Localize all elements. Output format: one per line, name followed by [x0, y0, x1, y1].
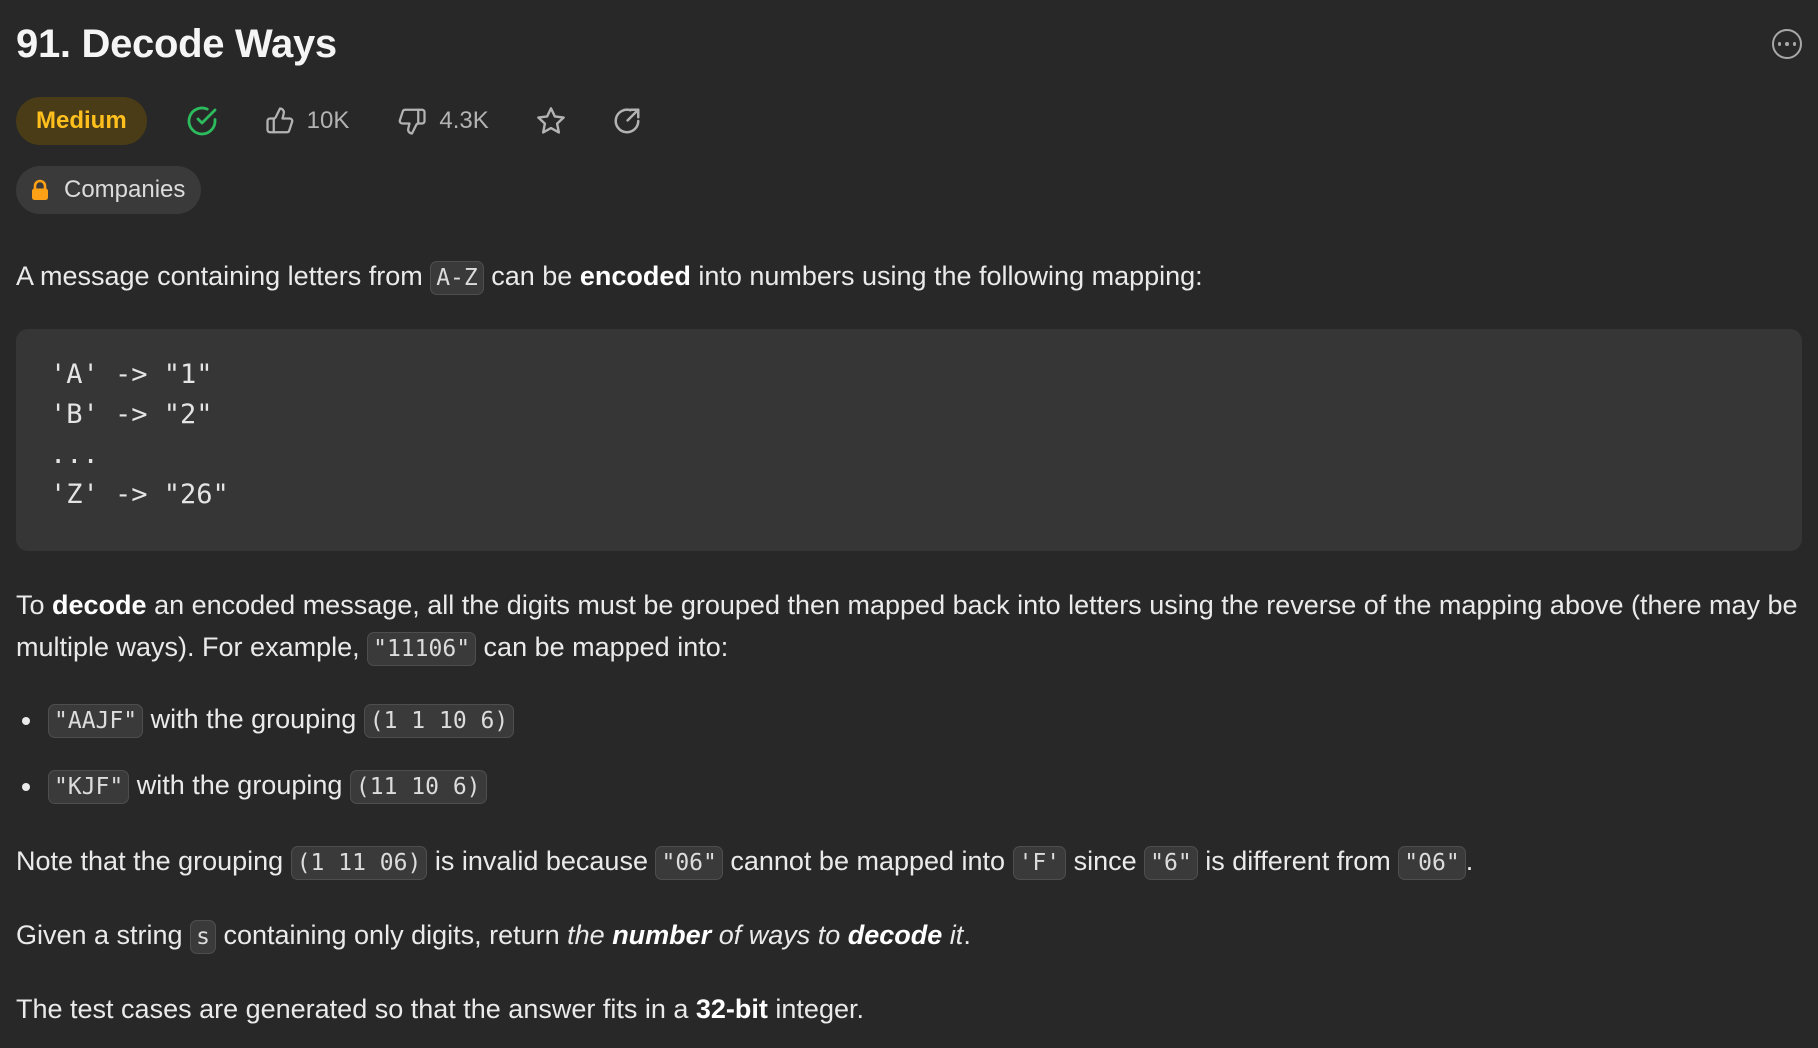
code-line: 'A' -> "1" — [50, 359, 213, 390]
code-line: ... — [50, 439, 99, 470]
lock-icon — [32, 179, 48, 200]
list-item: "KJF" with the grouping (11 10 6) — [16, 764, 514, 830]
inline-code: "11106" — [367, 632, 477, 666]
description-intro: A message containing letters from A-Z ca… — [16, 255, 1203, 299]
inline-code: A-Z — [430, 261, 484, 295]
problem-title[interactable]: 91. Decode Ways — [16, 22, 337, 67]
solved-check-icon — [185, 104, 219, 138]
inline-code: (1 1 10 6) — [363, 704, 515, 738]
inline-code: "AAJF" — [48, 704, 144, 738]
like-count: 10K — [306, 107, 350, 134]
description-note: Note that the grouping (1 11 06) is inva… — [16, 840, 1473, 884]
favorite-star-icon[interactable] — [535, 105, 567, 137]
inline-code: (11 10 6) — [349, 770, 487, 804]
examples-list: "AAJF" with the grouping (1 1 10 6) "KJF… — [16, 698, 515, 830]
thumbs-up-icon — [266, 107, 294, 134]
description-constraint: The test cases are generated so that the… — [16, 994, 864, 1024]
description-decode-paragraph: To decode an encoded message, all the di… — [16, 584, 1802, 670]
difficulty-badge: Medium — [16, 97, 147, 145]
code-line: 'Z' -> "26" — [50, 479, 229, 510]
title-row: 91. Decode Ways — [16, 0, 1802, 96]
companies-tag[interactable]: Companies — [16, 166, 202, 214]
thumbs-down-icon — [399, 108, 426, 135]
mapping-code-block: 'A' -> "1" 'B' -> "2" ... 'Z' -> "26" — [16, 329, 1802, 551]
problem-meta-row: Medium 10K 4.3K — [16, 96, 1802, 146]
dislike-button[interactable]: 4.3K — [397, 106, 489, 136]
code-line: 'B' -> "2" — [50, 399, 213, 430]
inline-code: "KJF" — [48, 770, 130, 804]
share-icon[interactable] — [612, 106, 642, 136]
more-options-icon[interactable] — [1772, 29, 1802, 59]
list-item: "AAJF" with the grouping (1 1 10 6) — [16, 698, 515, 764]
problem-description-panel: 91. Decode Ways Medium 10K 4.3K Companie… — [16, 0, 1802, 1024]
description-task: Given a string s containing only digits,… — [16, 914, 971, 958]
like-button[interactable]: 10K — [265, 106, 350, 136]
dislike-count: 4.3K — [439, 107, 489, 134]
companies-label: Companies — [64, 176, 186, 203]
